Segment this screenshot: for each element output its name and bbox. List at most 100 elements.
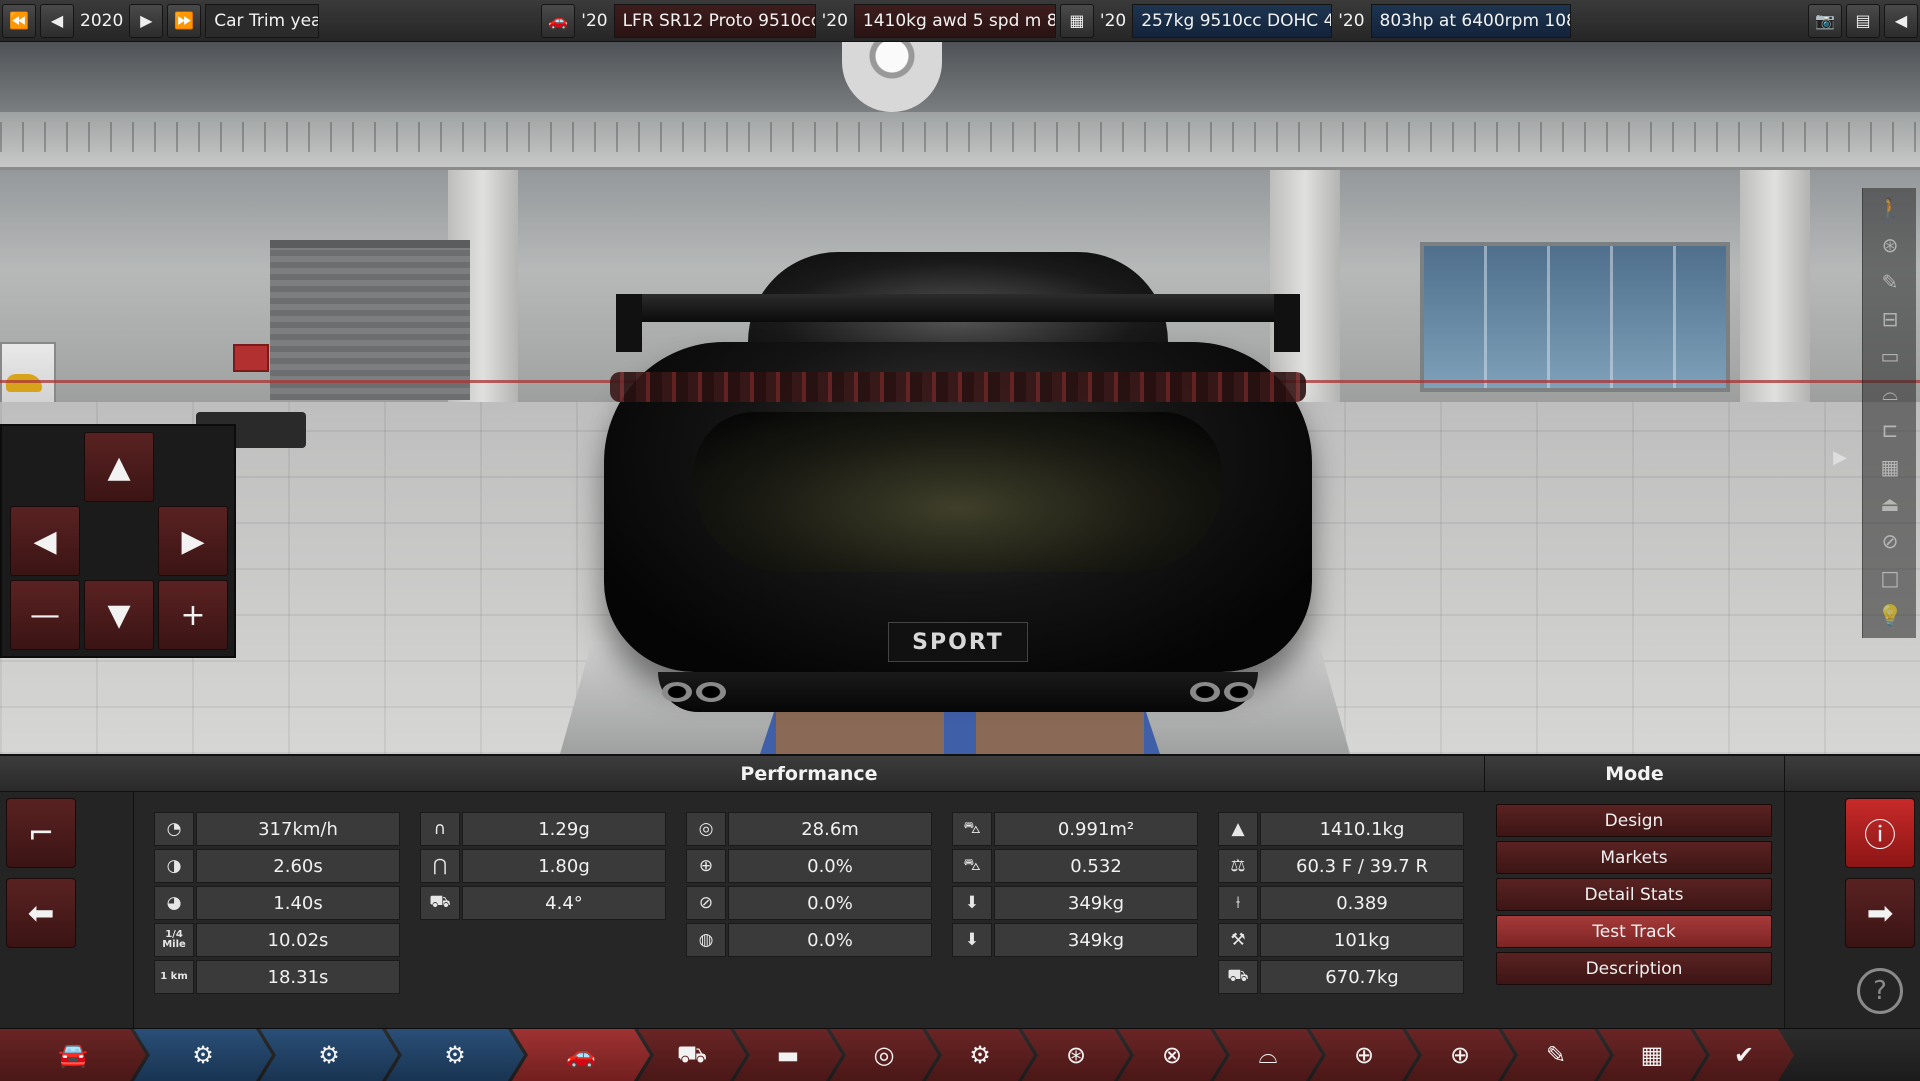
engine-variant-selector[interactable]: 803hp at 6400rpm 1080 <box>1370 3 1571 38</box>
mode-test-track-button[interactable]: Test Track <box>1496 915 1772 948</box>
screenshot-button[interactable]: 📷 <box>1808 3 1842 38</box>
interior-view-button[interactable]: ⊏ <box>1867 413 1913 447</box>
chassis-view-button[interactable]: ⊟ <box>1867 302 1913 336</box>
trim-selector[interactable]: 1410kg awd 5 spd m 803 <box>853 3 1056 38</box>
stat-value: 18.31s <box>196 960 400 994</box>
camera-up-button[interactable]: ▲ <box>84 432 154 502</box>
wheel-view-button[interactable]: ⊛ <box>1867 228 1913 262</box>
paint-view-button[interactable]: ✎ <box>1867 265 1913 299</box>
lift-view-button[interactable]: ⏏ <box>1867 487 1913 521</box>
nav-car-model[interactable]: 🚘 <box>0 1029 146 1081</box>
car-model-icon-button[interactable]: 🚗 <box>541 3 576 38</box>
driver-view-button[interactable]: 🚶 <box>1867 191 1913 225</box>
engine-design-icon: ⚙ <box>318 1041 340 1069</box>
garage-door <box>270 240 470 400</box>
frame-view-button[interactable]: □ <box>1867 561 1913 595</box>
rear-downforce-icon: ⬇ <box>952 923 992 957</box>
camera-down-button[interactable]: ▼ <box>84 580 154 650</box>
weight-icon: ▲ <box>1218 812 1258 846</box>
stat-value: 317km/h <box>196 812 400 846</box>
stat-column-weight: ▲ 1410.1kg ⚖ 60.3 F / 39.7 R ⟊ 0.389 ⚒ 101kg ⛟ 67… <box>1218 812 1464 997</box>
arrow-left-icon: ◀ <box>1894 11 1908 30</box>
car-model-rear-view: SPORT <box>598 222 1318 722</box>
balcony-railing <box>0 122 1920 152</box>
previous-step-button[interactable]: ⬅ <box>6 878 76 948</box>
trim-year: '20 <box>821 10 848 31</box>
person-icon: 🚶 <box>1877 196 1903 220</box>
help-button[interactable]: ? <box>1857 968 1903 1014</box>
lighting-button[interactable]: 💡 <box>1867 598 1913 632</box>
exhaust-tip <box>662 682 692 702</box>
stat-column-aero: ⛍ 0.991m² ⛍ 0.532 ⬇ 349kg ⬇ 349kg <box>952 812 1198 960</box>
nav-engine-tuning[interactable]: ⚙ <box>386 1029 524 1081</box>
warnings-button[interactable]: ⓘ <box>1845 798 1915 868</box>
camera-left-button[interactable]: ◀ <box>10 506 80 576</box>
back-arrow-button[interactable]: ◀ <box>1884 3 1918 38</box>
nav-wheels[interactable]: ⊛ <box>1022 1029 1130 1081</box>
stat-row: ∩ 1.29g <box>420 812 666 846</box>
engine-view-button[interactable]: ▦ <box>1867 450 1913 484</box>
nav-chassis[interactable]: ⛟ <box>638 1029 746 1081</box>
arrow-up-icon: ▲ <box>107 449 131 485</box>
nav-safety[interactable]: ⊕ <box>1406 1029 1514 1081</box>
stat-value: 1410.1kg <box>1260 812 1464 846</box>
next-year-button[interactable]: ▶ <box>129 3 164 38</box>
panel-icon: ▭ <box>1880 344 1900 368</box>
minus-icon: — <box>30 597 60 633</box>
exhaust-tip <box>1190 682 1220 702</box>
next-step-button[interactable]: ➡ <box>1845 878 1915 948</box>
stat-row: ◑ 2.60s <box>154 849 400 883</box>
spray-icon: ✎ <box>1881 270 1899 294</box>
wheel-icon: ⊛ <box>1881 233 1899 257</box>
forward-year-button[interactable]: ⏩ <box>167 3 202 38</box>
nav-finish[interactable]: ✔ <box>1694 1029 1794 1081</box>
calculator-button[interactable]: ▤ <box>1846 3 1880 38</box>
left-action-column: ⌐ ⬅ <box>0 756 134 1030</box>
nav-suspension[interactable]: ⚙ <box>926 1029 1034 1081</box>
camera-right-button[interactable]: ▶ <box>158 506 228 576</box>
expand-side-panel-button[interactable]: ▶ <box>1826 440 1854 474</box>
aero-icon: ⌓ <box>1258 1041 1278 1069</box>
mode-description-button[interactable]: Description <box>1496 952 1772 985</box>
lift-icon: ⏏ <box>1880 492 1900 516</box>
brake-view-button[interactable]: ⊘ <box>1867 524 1913 558</box>
graph-view-button[interactable]: ⌐ <box>6 798 76 868</box>
camera-control-pad: ▲ ◀ ▶ — ▼ + <box>0 424 236 658</box>
mode-markets-button[interactable]: Markets <box>1496 841 1772 874</box>
stat-row: 1/4 Mile 10.02s <box>154 923 400 957</box>
pillar <box>1740 170 1810 410</box>
stat-row: ◔ 317km/h <box>154 812 400 846</box>
nav-test-track[interactable]: ▦ <box>1598 1029 1706 1081</box>
nav-brakes[interactable]: ⊗ <box>1118 1029 1226 1081</box>
showroom-viewport[interactable]: SPORT ▶ <box>0 42 1920 754</box>
engine-icon-button[interactable]: ▦ <box>1059 3 1094 38</box>
nav-drivetrain[interactable]: ◎ <box>830 1029 938 1081</box>
zoom-out-button[interactable]: — <box>10 580 80 650</box>
mode-design-button[interactable]: Design <box>1496 804 1772 837</box>
nav-aero[interactable]: ⌓ <box>1214 1029 1322 1081</box>
nav-interior[interactable]: ⊕ <box>1310 1029 1418 1081</box>
nav-paint[interactable]: ✎ <box>1502 1029 1610 1081</box>
previous-year-button[interactable]: ◀ <box>40 3 74 38</box>
stat-row: 1 km 18.31s <box>154 960 400 994</box>
engine-family-icon: ⚙ <box>192 1041 214 1069</box>
rewind-year-button[interactable]: ⏪ <box>2 3 36 38</box>
panel-view-button[interactable]: ▭ <box>1867 339 1913 373</box>
engine-icon: ▦ <box>1880 455 1900 479</box>
nav-engine-family[interactable]: ⚙ <box>134 1029 272 1081</box>
nav-engine-design[interactable]: ⚙ <box>260 1029 398 1081</box>
mode-detail-stats-button[interactable]: Detail Stats <box>1496 878 1772 911</box>
engine-family-selector[interactable]: 257kg 9510cc DOHC 4V <box>1132 3 1333 38</box>
right-column-header <box>1785 756 1920 792</box>
nav-body[interactable]: ▬ <box>734 1029 842 1081</box>
nav-trim[interactable]: 🚗 <box>512 1029 650 1081</box>
stat-value: 670.7kg <box>1260 960 1464 994</box>
body-view-button[interactable]: ⌓ <box>1867 376 1913 410</box>
model-selector[interactable]: LFR SR12 Proto 9510cc V <box>613 3 816 38</box>
zoom-in-button[interactable]: + <box>158 580 228 650</box>
cornering-aero-icon: ⋂ <box>420 849 460 883</box>
cargo-weight-icon: ⛟ <box>1218 960 1258 994</box>
arrow-left-icon: ◀ <box>33 523 57 559</box>
rear-wing-strut <box>1274 294 1300 352</box>
plus-icon: + <box>180 597 206 633</box>
